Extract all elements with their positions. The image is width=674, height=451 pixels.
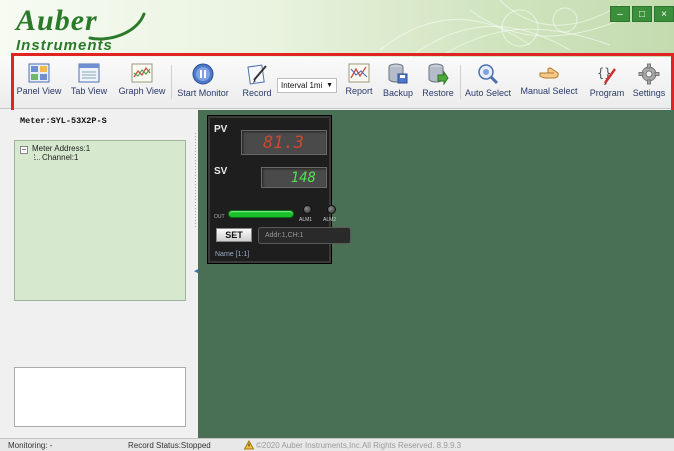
notes-box[interactable] <box>14 367 186 427</box>
app-header: Auber Instruments – □ × <box>0 0 674 57</box>
window-controls: – □ × <box>610 6 674 22</box>
meter-name: Name [1:1] <box>215 251 250 258</box>
settings-button[interactable]: Settings <box>630 63 668 103</box>
record-status: Record Status:Stopped <box>128 441 211 450</box>
alarm2-indicator-icon <box>327 205 336 214</box>
tree-node-channel[interactable]: Channel:1 <box>42 153 78 162</box>
program-label: Program <box>589 88 625 98</box>
settings-icon <box>638 63 660 85</box>
meter-title: Meter:SYL-53X2P-S <box>20 116 107 126</box>
meter-widget[interactable]: PV 81.3 SV 148 OUT ALM1 ALM2 SET Addr:1,… <box>207 115 351 264</box>
report-button[interactable]: Report <box>342 63 376 103</box>
manual-select-label: Manual Select <box>520 86 578 96</box>
pv-label: PV <box>214 124 228 135</box>
pv-value: 81.3 <box>263 133 304 153</box>
start-monitor-label: Start Monitor <box>177 88 229 98</box>
report-label: Report <box>345 86 373 96</box>
record-icon <box>247 64 267 85</box>
backup-icon <box>388 63 408 84</box>
toolbar-separator <box>460 65 461 99</box>
alm1-label: ALM1 <box>299 217 313 223</box>
manual-select-icon <box>539 67 559 79</box>
program-button[interactable]: {} Program <box>587 63 627 103</box>
out-label: OUT <box>214 214 225 220</box>
close-button[interactable]: × <box>654 6 674 22</box>
left-panel: Meter:SYL-53X2P-S − Meter Address:1 Chan… <box>0 110 198 438</box>
panel-view-icon <box>28 63 50 83</box>
address-field: Addr:1,CH:1 <box>258 227 351 244</box>
graph-view-button[interactable]: Graph View <box>116 63 168 103</box>
tree-collapse-toggle[interactable]: − <box>20 146 28 154</box>
dropdown-arrow-icon: ▼ <box>326 82 333 89</box>
program-icon: {} <box>597 66 617 85</box>
backup-label: Backup <box>382 88 414 98</box>
auto-select-icon <box>478 64 499 85</box>
interval-value: Interval 1mi <box>281 81 323 90</box>
sv-label: SV <box>214 166 228 177</box>
tree-connector <box>34 154 40 160</box>
status-bar: Monitoring: - Record Status:Stopped ©202… <box>0 438 674 451</box>
graph-view-label: Graph View <box>118 86 166 96</box>
output-bar <box>228 210 294 218</box>
logo-auber: Auber <box>16 4 98 37</box>
tab-view-label: Tab View <box>70 86 108 96</box>
main-toolbar: Panel View Tab View Graph View Start Mon… <box>0 57 674 109</box>
pv-display: 81.3 <box>241 130 327 155</box>
header-decoration <box>379 0 620 57</box>
interval-select[interactable]: Interval 1mi ▼ <box>277 78 337 93</box>
monitoring-status: Monitoring: - <box>8 441 53 450</box>
sv-display: 148 <box>261 167 327 188</box>
record-label: Record <box>242 88 272 98</box>
auto-select-label: Auto Select <box>464 88 512 98</box>
toolbar-separator <box>171 65 172 99</box>
tree-node-meter-address[interactable]: Meter Address:1 <box>32 144 90 153</box>
start-monitor-button[interactable]: Start Monitor <box>174 63 232 103</box>
set-button[interactable]: SET <box>216 228 252 242</box>
meter-tree: − Meter Address:1 Channel:1 <box>14 140 186 301</box>
meter-panel-area: PV 81.3 SV 148 OUT ALM1 ALM2 SET Addr:1,… <box>198 110 674 438</box>
maximize-button[interactable]: □ <box>632 6 652 22</box>
tab-view-icon <box>78 63 100 83</box>
alarm1-indicator-icon <box>303 205 312 214</box>
restore-button[interactable]: Restore <box>419 63 457 103</box>
manual-select-button[interactable]: Manual Select <box>517 63 581 103</box>
settings-label: Settings <box>632 88 666 98</box>
start-monitor-icon <box>192 63 214 85</box>
restore-label: Restore <box>422 88 454 98</box>
minimize-button[interactable]: – <box>610 6 630 22</box>
backup-button[interactable]: Backup <box>380 63 416 103</box>
warning-icon <box>244 440 254 450</box>
restore-icon <box>428 63 449 85</box>
panel-view-label: Panel View <box>16 86 62 96</box>
logo-instruments: Instruments <box>16 37 113 54</box>
panel-view-button[interactable]: Panel View <box>16 63 62 103</box>
tab-view-button[interactable]: Tab View <box>68 63 110 103</box>
graph-view-icon <box>131 63 153 83</box>
auto-select-button[interactable]: Auto Select <box>463 63 513 103</box>
alm2-label: ALM2 <box>323 217 337 223</box>
sv-value: 148 <box>290 170 316 186</box>
record-button[interactable]: Record <box>240 63 274 103</box>
report-icon <box>348 63 370 83</box>
copyright-text: ©2020 Auber Instruments,Inc.All Rights R… <box>256 441 462 450</box>
